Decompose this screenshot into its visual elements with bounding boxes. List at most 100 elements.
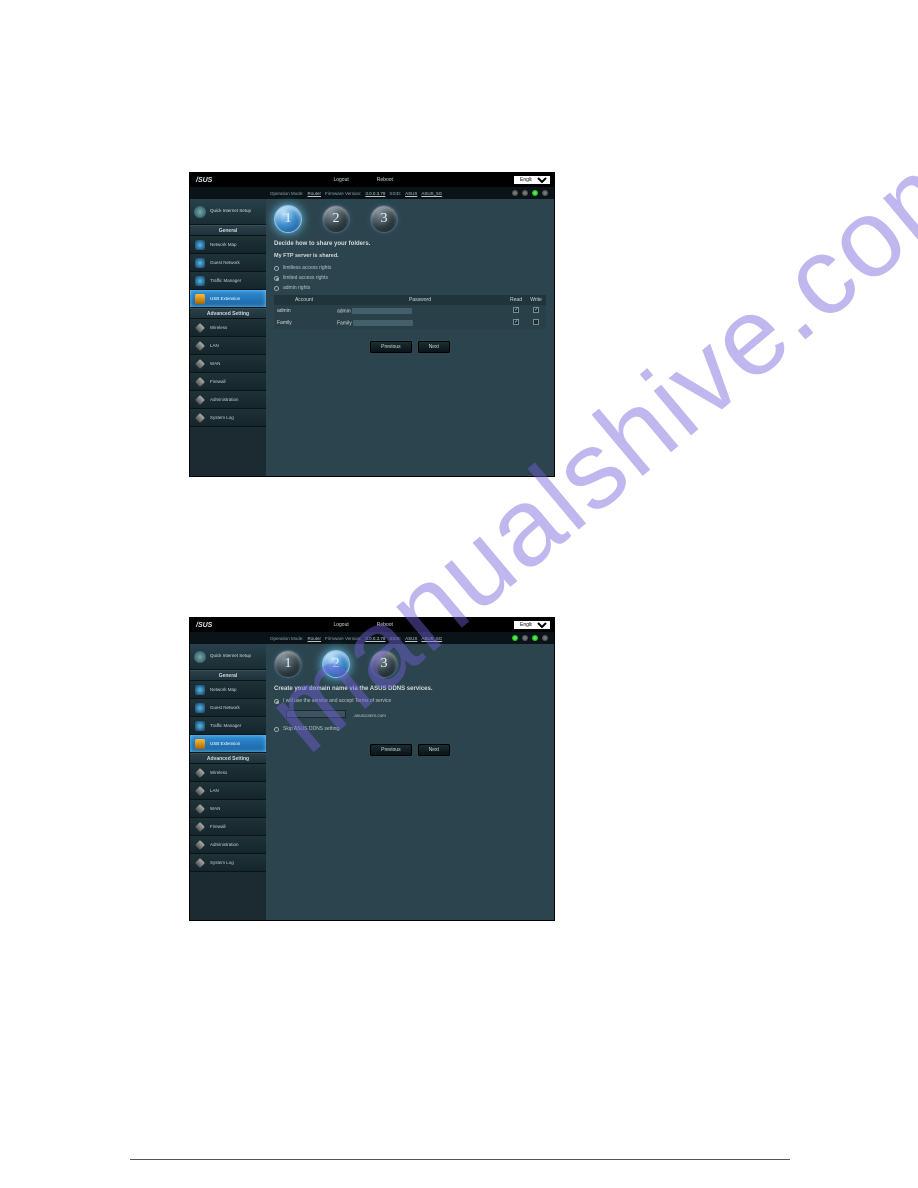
reboot-link[interactable]: Reboot [377, 177, 393, 183]
option-limitless[interactable]: limitless access rights [274, 265, 546, 271]
sidebar-item-system-log[interactable]: System Log [190, 409, 266, 427]
language-select[interactable]: English [514, 176, 550, 184]
step-2[interactable]: 2 [322, 205, 350, 233]
sidebar-item-label: WAN [210, 361, 220, 366]
password-text: admin [337, 308, 351, 314]
previous-button[interactable]: Previous [370, 341, 411, 353]
logout-link[interactable]: Logout [333, 177, 348, 183]
option-limited[interactable]: limited access rights [274, 275, 546, 281]
sidebar-item-wireless[interactable]: Wireless [190, 319, 266, 337]
sidebar-item-label: LAN [210, 788, 219, 793]
read-checkbox[interactable] [513, 307, 519, 313]
ssid2: ASUS_5G [421, 191, 442, 196]
step-2[interactable]: 2 [322, 650, 350, 678]
section-general: General [190, 225, 266, 236]
status-icon-3 [532, 190, 538, 196]
sidebar: Quick Internet Setup General Network Map… [190, 199, 266, 476]
sidebar-item-wan[interactable]: WAN [190, 800, 266, 818]
sidebar-item-label: System Log [210, 415, 234, 420]
usb-extension-icon [195, 739, 205, 749]
main-panel: 1 2 3 Decide how to share your folders. … [266, 199, 554, 476]
th-password: Password [334, 295, 506, 305]
cell-password: admin [334, 305, 506, 317]
opmode-value[interactable]: Router [308, 191, 322, 196]
previous-button[interactable]: Previous [370, 744, 411, 756]
sidebar-item-firewall[interactable]: Firewall [190, 373, 266, 391]
fw-value[interactable]: 3.0.0.3.78 [365, 636, 385, 641]
radio-icon [274, 286, 279, 291]
language-select[interactable]: English [514, 621, 550, 629]
wrench-icon [195, 840, 205, 850]
sidebar-item-wireless[interactable]: Wireless [190, 764, 266, 782]
read-checkbox[interactable] [513, 319, 519, 325]
sidebar-item-usb-extension[interactable]: USB Extension [190, 735, 266, 753]
logout-link[interactable]: Logout [333, 622, 348, 628]
sidebar-item-traffic-manager[interactable]: Traffic Manager [190, 272, 266, 290]
sidebar-item-lan[interactable]: LAN [190, 782, 266, 800]
wrench-icon [195, 395, 205, 405]
ddns-domain-input[interactable] [286, 710, 346, 718]
sidebar: Quick Internet Setup General Network Map… [190, 644, 266, 920]
write-checkbox[interactable] [533, 319, 539, 325]
option-label: limitless access rights [283, 265, 331, 271]
brand-logo: /SUS [196, 622, 212, 629]
option-label: Skip ASUS DDNS setting. [283, 726, 341, 732]
sidebar-item-usb-extension[interactable]: USB Extension [190, 290, 266, 308]
section-advanced: Advanced Setting [190, 308, 266, 319]
page-subheading: My FTP server is shared. [274, 253, 546, 259]
reboot-link[interactable]: Reboot [377, 622, 393, 628]
wrench-icon [195, 359, 205, 369]
step-1[interactable]: 1 [274, 205, 302, 233]
step-3[interactable]: 3 [370, 650, 398, 678]
sidebar-item-guest-network[interactable]: Guest Network [190, 254, 266, 272]
sidebar-item-firewall[interactable]: Firewall [190, 818, 266, 836]
usb-extension-icon [195, 294, 205, 304]
wrench-icon [195, 858, 205, 868]
sidebar-item-administration[interactable]: Administration [190, 836, 266, 854]
ssid2: ASUS_5G [421, 636, 442, 641]
th-write: Write [526, 295, 546, 305]
sidebar-item-guest-network[interactable]: Guest Network [190, 699, 266, 717]
sidebar-item-system-log[interactable]: System Log [190, 854, 266, 872]
radio-icon [274, 266, 279, 271]
cell-password: Family [334, 317, 506, 329]
qis-label: Quick Internet Setup [210, 654, 251, 659]
wrench-icon [195, 768, 205, 778]
option-admin[interactable]: admin rights [274, 285, 546, 291]
infobar: Operation Mode: Router Firmware Version:… [190, 187, 554, 199]
qis-button[interactable]: Quick Internet Setup [190, 199, 266, 225]
ssid1: ASUS [405, 191, 417, 196]
sidebar-item-label: LAN [210, 343, 219, 348]
password-bar[interactable] [353, 320, 413, 326]
sidebar-item-label: USB Extension [210, 296, 240, 301]
password-bar[interactable] [352, 308, 412, 314]
accounts-table: Account Password Read Write admin admin … [274, 295, 546, 329]
sidebar-item-wan[interactable]: WAN [190, 355, 266, 373]
next-button[interactable]: Next [418, 341, 450, 353]
sidebar-item-traffic-manager[interactable]: Traffic Manager [190, 717, 266, 735]
sidebar-item-label: Traffic Manager [210, 278, 241, 283]
brand-logo: /SUS [196, 177, 212, 184]
fw-value[interactable]: 3.0.0.3.78 [365, 191, 385, 196]
sidebar-item-label: Wireless [210, 770, 227, 775]
wrench-icon [195, 377, 205, 387]
radio-icon [274, 699, 279, 704]
sidebar-item-lan[interactable]: LAN [190, 337, 266, 355]
step-1[interactable]: 1 [274, 650, 302, 678]
sidebar-item-network-map[interactable]: Network Map [190, 681, 266, 699]
step-3[interactable]: 3 [370, 205, 398, 233]
option-label: admin rights [283, 285, 310, 291]
cell-account: Family [274, 317, 334, 329]
status-icon-4 [542, 635, 548, 641]
option-ddns-skip[interactable]: Skip ASUS DDNS setting. [274, 726, 546, 732]
next-button[interactable]: Next [418, 744, 450, 756]
sidebar-item-administration[interactable]: Administration [190, 391, 266, 409]
network-map-icon [195, 685, 205, 695]
write-checkbox[interactable] [533, 307, 539, 313]
opmode-value[interactable]: Router [308, 636, 322, 641]
option-ddns-accept[interactable]: I will use the service and accept Terms … [274, 698, 546, 704]
status-icon-2 [522, 635, 528, 641]
qis-button[interactable]: Quick Internet Setup [190, 644, 266, 670]
page-divider [130, 1159, 790, 1160]
sidebar-item-network-map[interactable]: Network Map [190, 236, 266, 254]
